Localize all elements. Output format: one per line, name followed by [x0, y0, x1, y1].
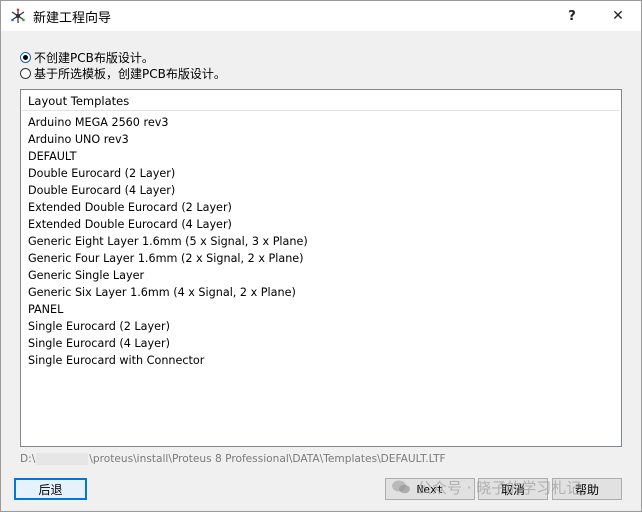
list-item[interactable]: Arduino MEGA 2560 rev3	[21, 114, 621, 131]
list-item[interactable]: Double Eurocard (4 Layer)	[21, 182, 621, 199]
option-no-pcb[interactable]: 不创建PCB布版设计。	[20, 49, 154, 65]
title-bar: 新建工程向导 ? ✕	[1, 1, 641, 31]
proteus-app-icon	[10, 8, 26, 24]
list-item[interactable]: Extended Double Eurocard (2 Layer)	[21, 199, 621, 216]
list-items: Arduino MEGA 2560 rev3 Arduino UNO rev3 …	[21, 114, 621, 369]
list-item[interactable]: Single Eurocard (2 Layer)	[21, 318, 621, 335]
path-prefix: D:\	[20, 453, 36, 465]
list-item[interactable]: Extended Double Eurocard (4 Layer)	[21, 216, 621, 233]
list-item[interactable]: Generic Eight Layer 1.6mm (5 x Signal, 3…	[21, 233, 621, 250]
close-button[interactable]: ✕	[595, 1, 641, 31]
question-icon: ?	[568, 8, 576, 24]
path-suffix: \proteus\install\Proteus 8 Professional\…	[89, 453, 446, 465]
new-project-wizard-dialog: 新建工程向导 ? ✕ 不创建PCB布版设计。 基于所选模板，创建PCB布版设计。…	[0, 0, 642, 512]
back-button[interactable]: 后退	[14, 478, 87, 500]
template-path: D:\ \proteus\install\Proteus 8 Profession…	[20, 453, 622, 467]
list-item[interactable]: Generic Six Layer 1.6mm (4 x Signal, 2 x…	[21, 284, 621, 301]
list-item[interactable]: PANEL	[21, 301, 621, 318]
redacted-region	[36, 453, 89, 465]
list-item[interactable]: Double Eurocard (2 Layer)	[21, 165, 621, 182]
help-button[interactable]: 帮助	[552, 478, 622, 500]
radio-no-pcb[interactable]	[20, 51, 31, 63]
list-item[interactable]: Generic Four Layer 1.6mm (2 x Signal, 2 …	[21, 250, 621, 267]
list-item[interactable]: DEFAULT	[21, 148, 621, 165]
radio-create-pcb[interactable]	[20, 67, 31, 79]
option-create-pcb-from-template[interactable]: 基于所选模板，创建PCB布版设计。	[20, 65, 226, 81]
radio-no-pcb-label: 不创建PCB布版设计。	[34, 50, 154, 65]
list-item[interactable]: Single Eurocard with Connector	[21, 352, 621, 369]
next-button[interactable]: Next	[385, 478, 475, 500]
cancel-button[interactable]: 取消	[478, 478, 548, 500]
list-header: Layout Templates	[22, 91, 620, 111]
window-title: 新建工程向导	[33, 11, 112, 26]
radio-create-pcb-label: 基于所选模板，创建PCB布版设计。	[34, 66, 226, 81]
layout-templates-list[interactable]: Layout Templates Arduino MEGA 2560 rev3 …	[20, 89, 622, 447]
list-item[interactable]: Arduino UNO rev3	[21, 131, 621, 148]
list-item[interactable]: Single Eurocard (4 Layer)	[21, 335, 621, 352]
close-icon: ✕	[612, 8, 624, 24]
help-title-button[interactable]: ?	[549, 1, 595, 31]
list-item[interactable]: Generic Single Layer	[21, 267, 621, 284]
